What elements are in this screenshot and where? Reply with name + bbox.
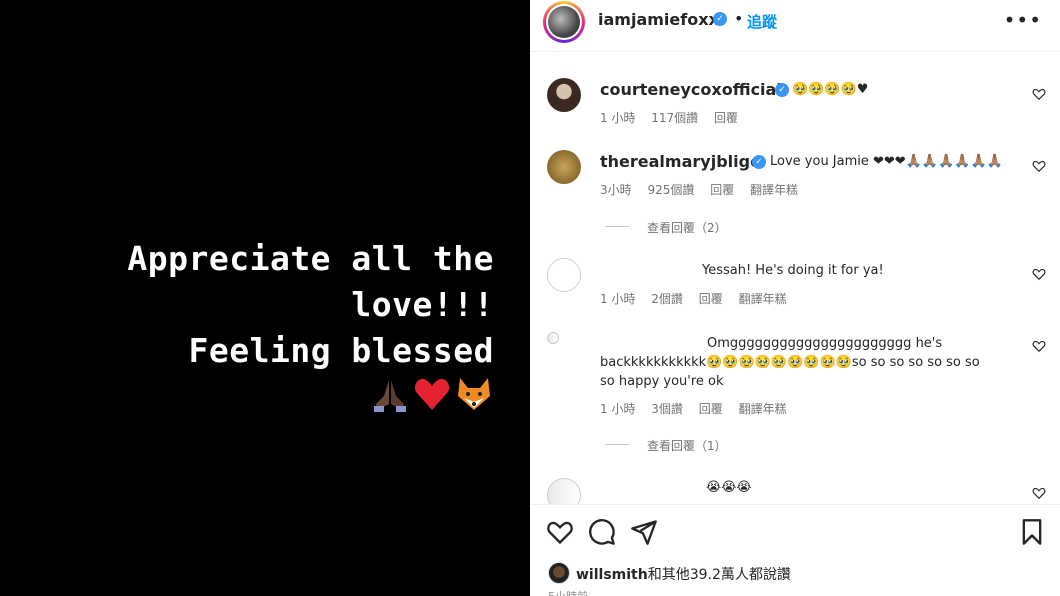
- story-line-3: Feeling blessed: [188, 331, 494, 370]
- comment-likes[interactable]: 3個讚: [651, 402, 683, 416]
- verified-badge-icon: ✓: [713, 12, 727, 26]
- comment-avatar[interactable]: [547, 150, 581, 184]
- comment-time: 1 小時: [600, 292, 636, 306]
- likes-summary[interactable]: willsmith和其他39.2萬人都說讚: [576, 564, 791, 584]
- comment-like-heart-icon[interactable]: [1032, 339, 1046, 353]
- comment-like-heart-icon[interactable]: [1032, 267, 1046, 281]
- verified-badge-icon: ✓: [752, 155, 766, 169]
- comment-meta: 3小時 925個讚 回覆 翻譯年糕: [600, 181, 810, 198]
- save-bookmark-icon[interactable]: [1018, 518, 1046, 546]
- comment-text: Yessah! He's doing it for ya!: [702, 263, 884, 278]
- comment-avatar[interactable]: [547, 478, 581, 504]
- comment-text-line-3: so happy you're ok: [600, 374, 724, 389]
- reply-button[interactable]: 回覆: [714, 111, 738, 125]
- liker-avatar[interactable]: [548, 562, 570, 584]
- comment-like-heart-icon[interactable]: [1032, 159, 1046, 173]
- comment-text-line-1: Omgggggggggggggggggggggg he's: [707, 336, 943, 351]
- share-send-icon[interactable]: [630, 518, 658, 546]
- translate-button[interactable]: 翻譯年糕: [739, 292, 787, 306]
- author-username[interactable]: iamjamiefoxx: [598, 10, 719, 29]
- comment-avatar[interactable]: [547, 332, 559, 344]
- like-heart-icon[interactable]: [546, 518, 574, 546]
- comment-time: 1 小時: [600, 111, 636, 125]
- story-text: Appreciate all the love!!! Feeling bless…: [127, 236, 494, 374]
- story-line-1: Appreciate all the: [127, 239, 494, 278]
- comment-bubble-icon[interactable]: [588, 518, 616, 546]
- post-time-ago: 5小時前: [548, 588, 588, 596]
- post-side-panel: iamjamiefoxx ✓ • 追蹤 ••• courteneycoxoffi…: [530, 0, 1060, 596]
- post-header: iamjamiefoxx ✓ • 追蹤 •••: [530, 0, 1060, 52]
- comment-likes[interactable]: 117個讚: [651, 111, 698, 125]
- comments-list[interactable]: courteneycoxofficial ✓ 🥹🥹🥹🥹♥ 1 小時 117個讚 …: [530, 53, 1060, 504]
- comment-text: Love you Jamie ❤❤❤🙏🏽🙏🏽🙏🏽🙏🏽🙏🏽🙏🏽: [770, 154, 1003, 169]
- author-avatar[interactable]: [543, 1, 585, 43]
- comment-like-heart-icon[interactable]: [1032, 87, 1046, 101]
- comment-avatar[interactable]: [547, 258, 581, 292]
- comment-text: 😭😭😭: [706, 480, 752, 495]
- praying-hands-icon: [374, 380, 406, 412]
- comment-meta: 1 小時 2個讚 回覆 翻譯年糕: [600, 290, 799, 307]
- view-replies-button[interactable]: 查看回覆（1）: [647, 437, 727, 454]
- comment-likes[interactable]: 925個讚: [647, 183, 694, 197]
- comment-text: 🥹🥹🥹🥹♥: [792, 82, 869, 97]
- comment-username[interactable]: therealmaryjblige: [600, 152, 761, 171]
- reply-button[interactable]: 回覆: [699, 402, 723, 416]
- liker-username[interactable]: willsmith: [576, 567, 648, 583]
- reply-button[interactable]: 回覆: [699, 292, 723, 306]
- view-replies-button[interactable]: 查看回覆（2）: [647, 219, 727, 236]
- story-line-2: love!!!: [351, 285, 494, 324]
- comment-time: 3小時: [600, 183, 632, 197]
- follow-button[interactable]: 追蹤: [747, 11, 777, 32]
- story-emojis: [370, 374, 494, 414]
- comment-meta: 1 小時 3個讚 回覆 翻譯年糕: [600, 400, 799, 417]
- fox-icon: [458, 378, 490, 410]
- reply-button[interactable]: 回覆: [710, 183, 734, 197]
- translate-button[interactable]: 翻譯年糕: [739, 402, 787, 416]
- header-separator: •: [734, 9, 744, 28]
- comment-username[interactable]: courteneycoxofficial: [600, 80, 782, 99]
- likes-count-text: 和其他39.2萬人都說讚: [647, 567, 791, 583]
- view-replies-line: [605, 444, 629, 445]
- comment-like-heart-icon[interactable]: [1032, 486, 1046, 500]
- view-replies-line: [605, 226, 629, 227]
- comment-text-line-2: backkkkkkkkkkk🥹🥹🥹🥹🥹🥹🥹🥹🥹so so so so so so…: [600, 355, 980, 370]
- comment-time: 1 小時: [600, 402, 636, 416]
- comment-likes[interactable]: 2個讚: [651, 292, 683, 306]
- red-heart-icon: [414, 378, 450, 410]
- verified-badge-icon: ✓: [775, 83, 789, 97]
- comment-meta: 1 小時 117個讚 回覆: [600, 109, 750, 126]
- more-options-icon[interactable]: •••: [1004, 8, 1042, 32]
- post-media[interactable]: Appreciate all the love!!! Feeling bless…: [0, 0, 530, 596]
- comment-avatar[interactable]: [547, 78, 581, 112]
- translate-button[interactable]: 翻譯年糕: [750, 183, 798, 197]
